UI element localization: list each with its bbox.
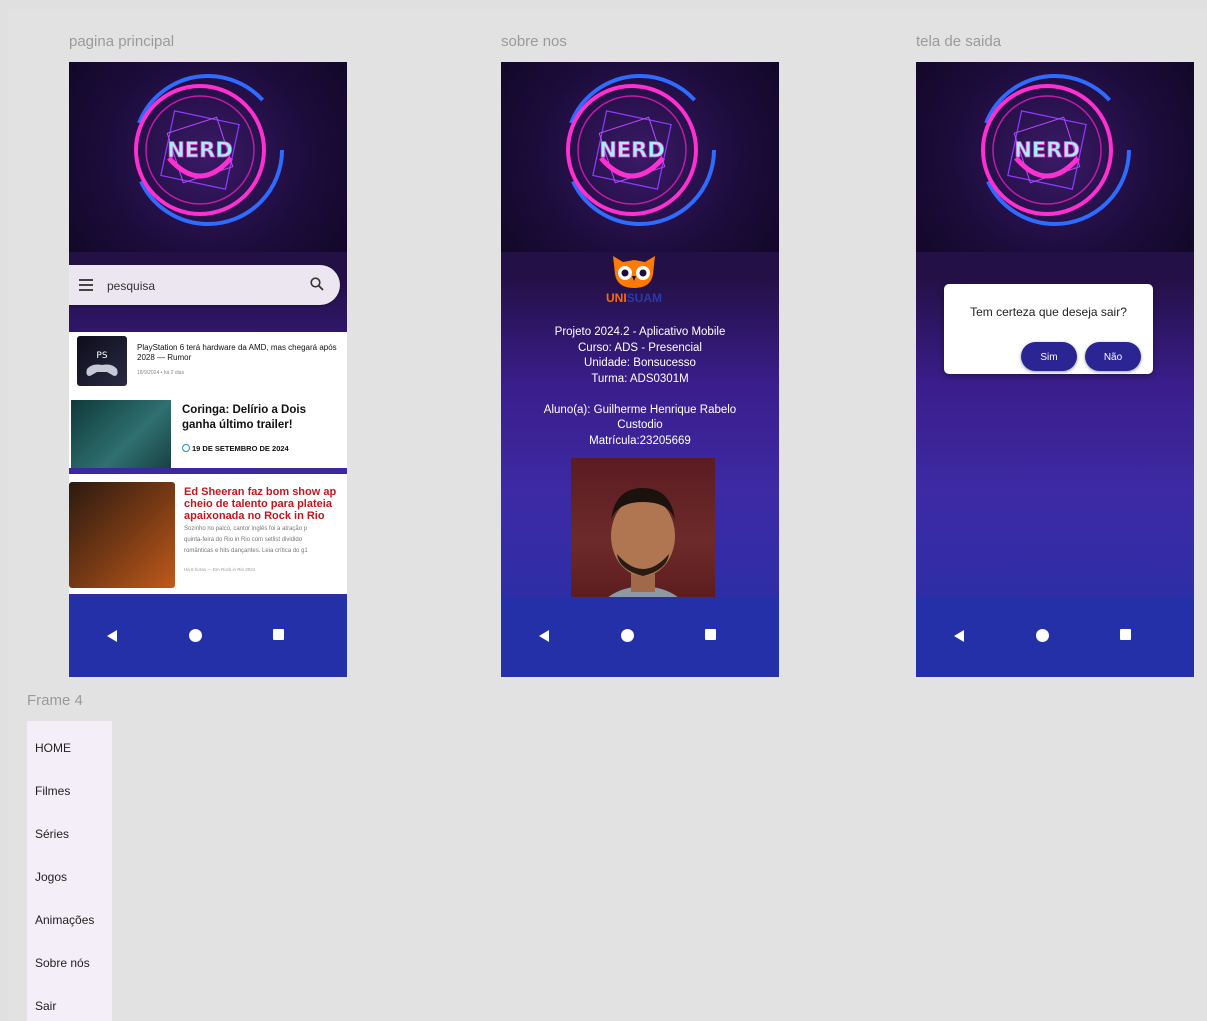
ps6-thumbnail: PS — [77, 336, 127, 386]
dialog-question: Tem certeza que deseja sair? — [970, 305, 1127, 319]
info-line: Turma: ADS0301M — [591, 372, 689, 385]
recents-icon[interactable] — [1120, 629, 1131, 640]
android-navbar — [501, 597, 779, 677]
svg-text:NERD: NERD — [167, 138, 233, 162]
news-date: 19 DE SETEMBRO DE 2024 — [182, 444, 289, 453]
yes-button[interactable]: Sim — [1021, 342, 1077, 371]
no-button[interactable]: Não — [1085, 342, 1141, 371]
menu-item-jogos[interactable]: Jogos — [35, 870, 67, 884]
back-icon[interactable] — [954, 630, 964, 642]
info-line: Aluno(a): Guilherme Henrique Rabelo — [543, 403, 737, 416]
frame-label-main[interactable]: pagina principal — [69, 33, 174, 50]
news-excerpt: Sozinho no palco, cantor inglês foi a at… — [184, 526, 308, 554]
nerd-logo-banner: NERD — [501, 62, 779, 252]
frame-label-menu[interactable]: Frame 4 — [27, 692, 83, 709]
frame-label-about[interactable]: sobre nos — [501, 33, 567, 50]
project-info: Projeto 2024.2 - Aplicativo Mobile Curso… — [501, 325, 779, 449]
back-icon[interactable] — [107, 630, 117, 642]
news-item-ed-sheeran[interactable]: Ed Sheeran faz bom show ap cheio de tale… — [69, 474, 347, 594]
menu-item-sair[interactable]: Sair — [35, 999, 56, 1013]
search-bar[interactable] — [69, 265, 340, 305]
news-meta: 18/9/2024 • há 2 dias — [137, 370, 185, 376]
news-meta: Há 8 horas — Em Rock in Rio 2024 — [184, 567, 256, 572]
menu-item-sobre-nos[interactable]: Sobre nós — [35, 956, 90, 970]
home-icon[interactable] — [621, 629, 634, 642]
home-icon[interactable] — [189, 629, 202, 642]
clock-icon — [182, 444, 190, 452]
info-line: Unidade: Bonsucesso — [584, 357, 696, 369]
back-icon[interactable] — [539, 630, 549, 642]
menu-item-animacoes[interactable]: Animações — [35, 913, 94, 927]
svg-text:NERD: NERD — [1014, 138, 1080, 162]
nerd-logo-icon: NERD — [979, 74, 1131, 226]
home-icon[interactable] — [1036, 629, 1049, 642]
svg-text:NERD: NERD — [599, 138, 665, 162]
news-headline[interactable]: Ed Sheeran faz bom show ap cheio de tale… — [184, 486, 347, 522]
android-navbar — [69, 597, 347, 677]
search-icon[interactable] — [310, 277, 324, 291]
exit-confirm-dialog: Tem certeza que deseja sair? Sim Não — [944, 284, 1153, 374]
news-headline[interactable]: Coringa: Delírio a Dois ganha último tra… — [182, 403, 342, 433]
nerd-logo-icon: NERD — [132, 74, 284, 226]
coringa-thumbnail — [71, 400, 171, 468]
navigation-menu: HOME Filmes Séries Jogos Animações Sobre… — [27, 721, 112, 1021]
ps5-logo-icon: PS — [86, 351, 118, 376]
menu-item-series[interactable]: Séries — [35, 827, 69, 841]
android-navbar — [916, 597, 1194, 677]
nerd-logo-banner: NERD — [69, 62, 347, 252]
recents-icon[interactable] — [273, 629, 284, 640]
main-screen: NERD PS PlayStation 6 terá hardware da A… — [69, 62, 347, 677]
nerd-logo-icon: NERD — [564, 74, 716, 226]
menu-item-filmes[interactable]: Filmes — [35, 784, 70, 798]
owl-logo-icon — [613, 256, 655, 288]
recents-icon[interactable] — [705, 629, 716, 640]
ed-sheeran-thumbnail — [69, 482, 175, 588]
menu-icon[interactable] — [79, 279, 93, 291]
unisuam-logo-text: UNISUAM — [605, 291, 662, 305]
info-line: Custodio — [617, 419, 663, 431]
search-input[interactable] — [105, 275, 299, 297]
info-line: Matrícula:23205669 — [589, 434, 691, 447]
menu-item-home[interactable]: HOME — [35, 741, 71, 755]
news-headline[interactable]: PlayStation 6 terá hardware da AMD, mas … — [137, 343, 337, 363]
svg-text:PS: PS — [96, 351, 107, 361]
exit-screen: NERD Tem certeza que deseja sair? Sim Nã… — [916, 62, 1194, 677]
news-list: PS PlayStation 6 terá hardware da AMD, m… — [69, 332, 347, 468]
nerd-logo-banner: NERD — [916, 62, 1194, 252]
info-line: Projeto 2024.2 - Aplicativo Mobile — [554, 326, 726, 338]
about-screen: NERD UNISUAM Projeto 2024.2 - Aplicativo… — [501, 62, 779, 677]
frame-label-exit[interactable]: tela de saida — [916, 33, 1001, 50]
info-line: Curso: ADS - Presencial — [578, 341, 702, 354]
